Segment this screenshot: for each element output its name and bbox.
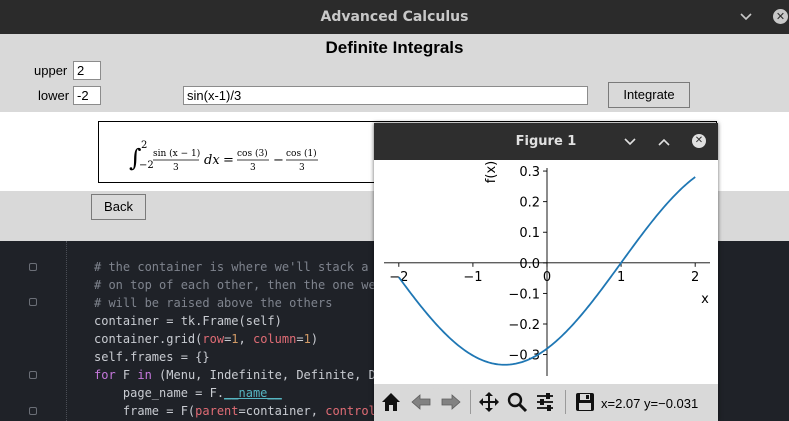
forward-icon[interactable] — [437, 388, 465, 416]
x-axis-label: x — [701, 292, 709, 307]
expression-input[interactable]: sin(x-1)/3 — [183, 86, 588, 105]
integrand-denominator: 3 — [173, 163, 179, 173]
x-tick-label: 0 — [543, 270, 551, 285]
upper-bound: 2 — [141, 140, 147, 151]
x-tick-label: 2 — [691, 270, 699, 285]
close-icon[interactable]: ✕ — [773, 9, 788, 24]
page-title: Definite Integrals — [325, 38, 464, 57]
upper-limit-input[interactable]: 2 — [73, 61, 101, 80]
configure-icon[interactable] — [531, 388, 559, 416]
code-line: for F in (Menu, Indefinite, Definite, Di — [94, 368, 384, 382]
fold-marker[interactable] — [29, 371, 37, 379]
term1-denominator: 3 — [250, 163, 256, 173]
code-line: # will be raised above the others — [94, 296, 333, 310]
y-axis-label: f(x) — [484, 161, 499, 183]
y-tick-label: 0.3 — [519, 165, 540, 180]
y-tick-label: 0.0 — [519, 257, 540, 272]
lower-label: lower — [38, 88, 70, 103]
window-title: Advanced Calculus — [320, 9, 469, 25]
line-chart: −2 −1 0 1 20.30.20.10.0−0.1−0.2−0.3xf(x) — [384, 161, 710, 376]
cursor-coordinates: x=2.07 y=−0.031 — [601, 396, 699, 411]
lower-bound: −2 — [139, 160, 154, 171]
x-tick-label: −1 — [463, 270, 482, 285]
code-line: container.grid(row=1, column=1) — [94, 332, 319, 346]
chevron-down-icon[interactable] — [738, 9, 754, 25]
home-icon[interactable] — [377, 388, 405, 416]
code-line: page_name = F.__name__ — [94, 386, 282, 400]
upper-label: upper — [34, 63, 68, 78]
term2-numerator: cos (1) — [286, 148, 317, 159]
lower-limit-input[interactable]: -2 — [73, 86, 101, 105]
term1-numerator: cos (3) — [237, 148, 268, 159]
close-icon[interactable]: ✕ — [692, 134, 706, 148]
fold-marker[interactable] — [29, 407, 37, 415]
figure-toolbar: x=2.07 y=−0.031 — [374, 384, 718, 421]
dx-label: dx — [204, 153, 220, 168]
indent-guide — [66, 241, 67, 421]
zoom-icon[interactable] — [503, 388, 531, 416]
code-line: self.frames = {} — [94, 350, 210, 364]
fold-marker[interactable] — [29, 298, 37, 306]
figure-titlebar: Figure 1 ✕ — [374, 123, 718, 160]
back-icon[interactable] — [407, 388, 435, 416]
code-line: # the container is where we'll stack a b — [94, 260, 383, 274]
y-tick-label: 0.1 — [519, 226, 540, 241]
y-tick-label: 0.2 — [519, 196, 540, 211]
back-button[interactable]: Back — [91, 194, 146, 220]
code-line: frame = F(parent=container, controll — [94, 404, 384, 418]
integrate-button[interactable]: Integrate — [608, 82, 690, 108]
y-tick-label: −0.2 — [508, 318, 540, 333]
toolbar-separator — [565, 390, 566, 414]
minus-sign: − — [273, 153, 284, 168]
code-line: # on top of each other, then the one we — [94, 278, 376, 292]
code-line: container = tk.Frame(self) — [94, 314, 282, 328]
maximize-chevron-icon[interactable] — [656, 134, 672, 150]
figure-window: Figure 1 ✕ −2 −1 0 1 2 0.3 0.2 0.1 0.0 −0.1 −0.2 −0… — [374, 123, 718, 421]
save-icon[interactable] — [571, 388, 599, 416]
integrand-numerator: sin (x − 1) — [153, 148, 200, 159]
equals-sign: = — [223, 153, 234, 168]
toolbar-separator — [470, 390, 471, 414]
y-tick-label: −0.1 — [508, 287, 540, 302]
x-tick-label: 1 — [617, 270, 625, 285]
minimize-chevron-icon[interactable] — [622, 134, 638, 150]
term2-denominator: 3 — [299, 163, 305, 173]
main-titlebar: Advanced Calculus ✕ — [0, 0, 789, 34]
plot-area[interactable]: −2 −1 0 1 2 0.3 0.2 0.1 0.0 −0.1 −0.2 −0.3 x f(x) — [374, 160, 718, 384]
fold-marker[interactable] — [29, 263, 37, 271]
pan-icon[interactable] — [475, 388, 503, 416]
